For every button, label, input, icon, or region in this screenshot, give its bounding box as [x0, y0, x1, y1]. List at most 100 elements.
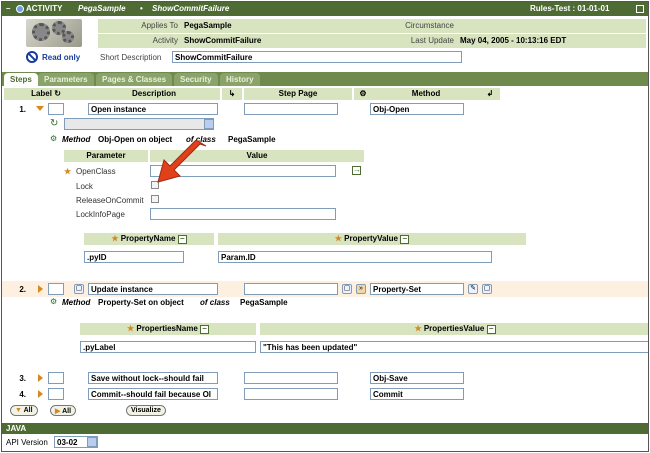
chevron-down-icon[interactable]: [204, 119, 214, 129]
properties-value-header: ★ PropertiesValue −: [260, 323, 648, 335]
method-name: Property-Set on object: [98, 298, 184, 307]
step-label-field[interactable]: [48, 283, 64, 295]
expand-step-icon[interactable]: [38, 285, 43, 293]
pointer-arrow-icon: [157, 140, 207, 183]
step-label-field[interactable]: [48, 372, 64, 384]
expand-step-icon[interactable]: [38, 374, 43, 382]
visualize-button[interactable]: Visualize: [126, 405, 166, 416]
method-class: PegaSample: [240, 298, 288, 307]
applies-to-label: Applies To: [141, 21, 178, 30]
step-page-field[interactable]: [244, 103, 338, 115]
activity-row: Activity ShowCommitFailure Last Update M…: [98, 34, 646, 49]
read-only-label: Read only: [42, 53, 81, 62]
step-page-field[interactable]: [244, 372, 338, 384]
properties-name-header: ★ PropertiesName −: [80, 323, 256, 335]
of-class-label: of class: [200, 298, 230, 307]
step-menu-icon[interactable]: ▢: [74, 284, 84, 294]
bullet-icon: •: [140, 4, 143, 13]
step-description-field[interactable]: Commit--should fail because Ol: [88, 388, 218, 400]
method-word: Method: [62, 298, 91, 307]
short-description-label: Short Description: [100, 53, 162, 62]
rule-header: Applies To PegaSample Circumstance Activ…: [2, 16, 648, 68]
step-label-field[interactable]: [48, 103, 64, 115]
step-page-button[interactable]: ▢: [342, 284, 352, 294]
step-method-field[interactable]: Property-Set: [370, 283, 464, 295]
collapse-icon[interactable]: –: [6, 4, 10, 13]
short-description-field[interactable]: ShowCommitFailure: [172, 51, 462, 63]
step-number: 2.: [19, 285, 26, 294]
tab-parameters[interactable]: Parameters: [38, 73, 94, 86]
param-lock: Lock: [76, 182, 93, 191]
expand-step-icon[interactable]: [38, 390, 43, 398]
step-method-field[interactable]: Obj-Save: [370, 372, 464, 384]
tab-security[interactable]: Security: [174, 73, 218, 86]
property-name-header: ★ PropertyName −: [84, 233, 214, 245]
jump-icon[interactable]: ↲: [480, 88, 500, 100]
expand-icon[interactable]: →: [352, 166, 361, 175]
lockinfopage-value-field[interactable]: [150, 208, 336, 220]
required-star-icon: ★: [64, 167, 72, 176]
step-page-column-header: Step Page: [244, 88, 352, 100]
ruleset-version: Rules-Test : 01-01-01: [530, 4, 610, 13]
activity-logo: [26, 19, 82, 47]
param-releaseoncommit: ReleaseOnCommit: [76, 196, 144, 205]
step-number: 1.: [19, 105, 26, 114]
tab-pages-classes[interactable]: Pages & Classes: [96, 73, 173, 86]
step-method-field[interactable]: Commit: [370, 388, 464, 400]
tab-bar: Steps Parameters Pages & Classes Securit…: [2, 72, 648, 86]
property-value-field[interactable]: Param.ID: [218, 251, 492, 263]
api-version-label: API Version: [6, 438, 48, 447]
step-description-field[interactable]: Save without lock--should fail: [88, 372, 218, 384]
step-page-field[interactable]: [244, 388, 338, 400]
chevron-down-icon[interactable]: [87, 437, 97, 447]
description-column-header: Description: [88, 88, 220, 100]
step-label-field[interactable]: [48, 388, 64, 400]
activity-value: ShowCommitFailure: [184, 36, 262, 45]
method-class: PegaSample: [228, 135, 276, 144]
rule-name: ShowCommitFailure: [152, 4, 230, 13]
read-only-icon: [26, 51, 38, 63]
collapse-all-button[interactable]: ▼ All: [10, 405, 38, 416]
method-icon[interactable]: ⚙: [354, 88, 372, 100]
param-openclass: OpenClass: [76, 167, 116, 176]
iterate-icon[interactable]: ↻: [50, 118, 58, 129]
when-icon[interactable]: ↳: [222, 88, 242, 100]
properties-value-field[interactable]: "This has been updated": [260, 341, 648, 353]
property-value-header: ★ PropertyValue −: [218, 233, 526, 245]
step-jump-button[interactable]: ▢: [482, 284, 492, 294]
properties-name-field[interactable]: .pyLabel: [80, 341, 256, 353]
param-lockinfopage: LockInfoPage: [76, 210, 125, 219]
step-description-field[interactable]: Update instance: [88, 283, 218, 295]
property-name-field[interactable]: .pyID: [84, 251, 184, 263]
step-page-field[interactable]: [244, 283, 338, 295]
step-number: 4.: [19, 390, 26, 399]
checkout-icon[interactable]: [636, 5, 644, 13]
step-method-field[interactable]: Obj-Open: [370, 103, 464, 115]
method-column-header: Method: [372, 88, 480, 100]
rule-class: PegaSample: [78, 4, 126, 13]
rule-type: ACTIVITY: [26, 4, 63, 13]
circumstance-label: Circumstance: [405, 21, 454, 30]
tab-steps[interactable]: Steps: [4, 73, 38, 86]
step-description-field[interactable]: Open instance: [88, 103, 218, 115]
method-gear-icon: ⚙: [50, 134, 58, 143]
activity-label: Activity: [152, 36, 178, 45]
label-column-header: Label ↻: [4, 88, 88, 100]
applies-to-row: Applies To PegaSample Circumstance: [98, 19, 646, 34]
parameter-header: Parameter: [64, 150, 148, 162]
forward-icon[interactable]: »: [356, 284, 366, 294]
last-update-value: May 04, 2005 - 10:13:16 EDT: [460, 36, 567, 45]
title-bar: – ACTIVITY PegaSample • ShowCommitFailur…: [2, 2, 648, 16]
expand-all-button[interactable]: ▶ All: [50, 405, 77, 416]
method-word: Method: [62, 135, 91, 144]
collapse-step-icon[interactable]: [36, 106, 44, 111]
tab-history[interactable]: History: [220, 73, 260, 86]
loop-icon[interactable]: ↻: [54, 89, 61, 98]
last-update-label: Last Update: [410, 36, 454, 45]
method-gear-icon: ⚙: [50, 297, 58, 306]
rule-icon: [16, 5, 24, 13]
releaseoncommit-checkbox[interactable]: [151, 195, 159, 203]
iteration-select[interactable]: [64, 118, 214, 130]
edit-icon[interactable]: ✎: [468, 284, 478, 294]
java-section-header: JAVA: [2, 423, 648, 434]
